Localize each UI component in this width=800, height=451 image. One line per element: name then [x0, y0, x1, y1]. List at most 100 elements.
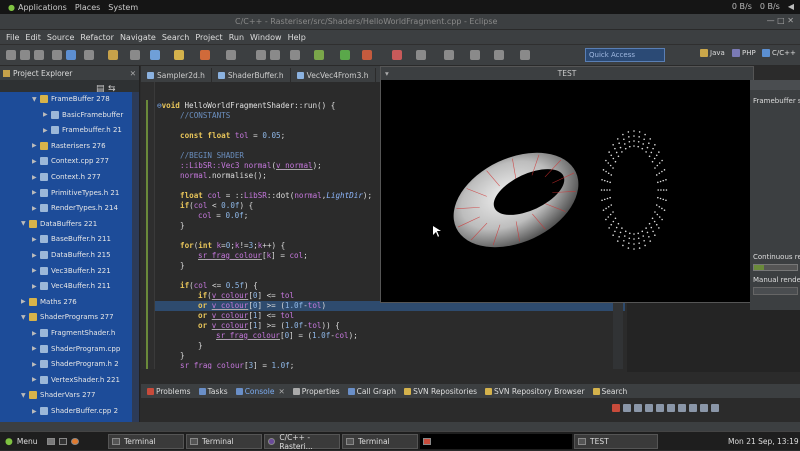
chevron-right-icon[interactable]: ▶: [32, 252, 40, 259]
tree-item[interactable]: ▶ FragmentShader.h: [32, 326, 140, 340]
tree-item[interactable]: ▶ BasicFramebuffer: [43, 108, 140, 122]
menu-help[interactable]: Help: [288, 33, 306, 42]
taskbar-clock[interactable]: Mon 21 Sep, 13:19: [725, 434, 799, 449]
maximize-icon[interactable]: [711, 404, 719, 412]
terminate-icon[interactable]: [612, 404, 620, 412]
quick-access-input[interactable]: Quick Access: [585, 48, 665, 62]
tree-item[interactable]: ▶ Rasterisers 276: [32, 139, 140, 153]
menu-edit[interactable]: Edit: [25, 33, 41, 42]
remove-all-icon[interactable]: [634, 404, 642, 412]
clear-console-icon[interactable]: [645, 404, 653, 412]
display-console-icon[interactable]: [678, 404, 686, 412]
toggle-mark-icon[interactable]: [226, 50, 236, 60]
tree-item[interactable]: ▼ ShaderVars 277: [21, 388, 140, 402]
terminal-launch-icon[interactable]: [59, 438, 67, 445]
menu-navigate[interactable]: Navigate: [120, 33, 156, 42]
continuous-render-slider[interactable]: [753, 264, 798, 271]
firefox-icon[interactable]: [71, 438, 79, 445]
tree-item[interactable]: ▶ Maths 276: [21, 295, 140, 309]
chevron-right-icon[interactable]: ▶: [32, 283, 40, 290]
run-icon[interactable]: [340, 50, 350, 60]
tab-sampler2d[interactable]: Sampler2d.h: [141, 68, 212, 82]
tab-call-graph[interactable]: Call Graph: [346, 386, 398, 397]
chevron-down-icon[interactable]: ▼: [21, 392, 29, 399]
hammer-icon[interactable]: [108, 50, 118, 60]
chevron-right-icon[interactable]: ▶: [32, 345, 40, 352]
taskbar-terminal-3[interactable]: Terminal: [342, 434, 418, 449]
chevron-right-icon[interactable]: ▶: [32, 205, 40, 212]
chevron-right-icon[interactable]: ▶: [32, 267, 40, 274]
tab-problems[interactable]: Problems: [145, 386, 193, 397]
chevron-right-icon[interactable]: ▶: [32, 236, 40, 243]
settings-icon[interactable]: [84, 50, 94, 60]
chevron-right-icon[interactable]: ▶: [32, 361, 40, 368]
volume-icon[interactable]: ◀: [788, 2, 794, 11]
manual-render-button[interactable]: [753, 287, 798, 295]
tab-svn-browser[interactable]: SVN Repository Browser: [483, 386, 587, 397]
open-folder-icon[interactable]: [174, 50, 184, 60]
tab-vecvec4from3[interactable]: VecVec4From3.h: [291, 68, 376, 82]
new-icon[interactable]: [6, 50, 16, 60]
taskbar-eclipse[interactable]: C/C++ - Rasteri...: [264, 433, 340, 451]
menu-run[interactable]: Run: [229, 33, 244, 42]
tab-console[interactable]: Console ✕: [234, 386, 287, 397]
build-icon[interactable]: [52, 50, 62, 60]
taskbar-menu-button[interactable]: ● Menu: [2, 434, 37, 449]
remove-launch-icon[interactable]: [623, 404, 631, 412]
window-controls[interactable]: — □ ✕: [767, 16, 794, 25]
next-annotation-icon[interactable]: [416, 50, 426, 60]
perspective-php[interactable]: PHP: [732, 49, 756, 57]
tree-item[interactable]: ▼ DataBuffers 221: [21, 217, 140, 231]
chevron-right-icon[interactable]: ▶: [43, 127, 51, 134]
annotation-icon[interactable]: [290, 50, 300, 60]
debug-icon[interactable]: [66, 50, 76, 60]
explorer-scrollbar[interactable]: [132, 92, 139, 424]
taskbar-redacted[interactable]: [420, 434, 572, 449]
prev-edit-icon[interactable]: [444, 50, 454, 60]
chevron-right-icon[interactable]: ▶: [32, 376, 40, 383]
tree-item[interactable]: ▶ DataBuffer.h 215: [32, 248, 140, 262]
taskbar-test[interactable]: TEST: [574, 434, 658, 449]
tree-item[interactable]: ▶ ShaderProgram.cpp: [32, 342, 140, 356]
tree-item[interactable]: ▶ Context.h 277: [32, 170, 140, 184]
forward-icon[interactable]: [494, 50, 504, 60]
chevron-right-icon[interactable]: ▶: [43, 111, 51, 118]
window-menu-icon[interactable]: ▾: [385, 67, 389, 80]
search-ref-icon[interactable]: [200, 50, 210, 60]
chevron-right-icon[interactable]: ▶: [21, 298, 29, 305]
show-desktop-icon[interactable]: [47, 438, 55, 445]
tab-properties[interactable]: Properties: [291, 386, 342, 397]
back-icon[interactable]: [470, 50, 480, 60]
pin-console-icon[interactable]: [667, 404, 675, 412]
save-icon[interactable]: [20, 50, 30, 60]
tab-svn-repositories[interactable]: SVN Repositories: [402, 386, 479, 397]
debug-run-icon[interactable]: [314, 50, 324, 60]
scroll-lock-icon[interactable]: [656, 404, 664, 412]
menu-file[interactable]: File: [6, 33, 19, 42]
tab-search[interactable]: Search: [591, 386, 630, 397]
external-tools-icon[interactable]: [362, 50, 372, 60]
edit-icon[interactable]: [256, 50, 266, 60]
tab-shaderbuffer[interactable]: ShaderBuffer.h: [212, 68, 291, 82]
chevron-right-icon[interactable]: ▶: [32, 142, 40, 149]
coverage-icon[interactable]: [392, 50, 402, 60]
tree-item[interactable]: ▶ VertexShader.h 221: [32, 373, 140, 387]
tree-item[interactable]: ▶ PrimitiveTypes.h 21: [32, 186, 140, 200]
chevron-right-icon[interactable]: ▶: [32, 174, 40, 181]
menu-source[interactable]: Source: [47, 33, 74, 42]
clean-icon[interactable]: [130, 50, 140, 60]
tree-item[interactable]: ▶ Framebuffer.h 21: [43, 123, 140, 137]
menu-project[interactable]: Project: [195, 33, 222, 42]
test-window[interactable]: ▾ TEST: [380, 66, 754, 303]
chevron-right-icon[interactable]: ▶: [32, 408, 40, 415]
minimize-icon[interactable]: [700, 404, 708, 412]
tree-item[interactable]: ▼ ShaderPrograms 277: [21, 310, 140, 324]
open-console-icon[interactable]: [689, 404, 697, 412]
tree-item[interactable]: ▶ Vec3Buffer.h 221: [32, 264, 140, 278]
menu-window[interactable]: Window: [250, 33, 282, 42]
chevron-down-icon[interactable]: ▼: [32, 96, 40, 103]
places-menu[interactable]: Places: [75, 3, 100, 12]
chevron-right-icon[interactable]: ▶: [32, 330, 40, 337]
applications-menu[interactable]: ● Applications: [8, 3, 67, 12]
chevron-down-icon[interactable]: ▼: [21, 220, 29, 227]
